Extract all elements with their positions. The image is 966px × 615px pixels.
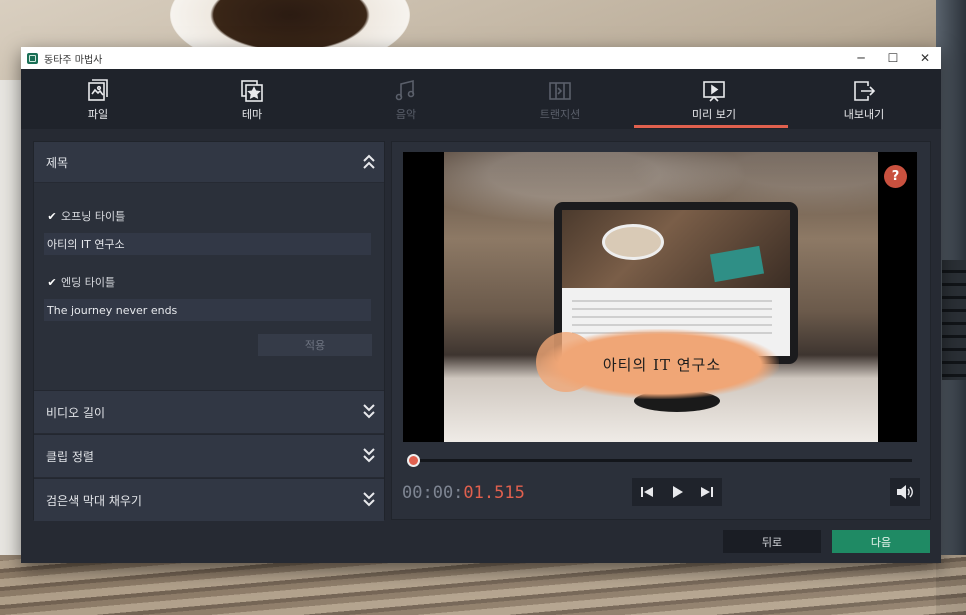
timecode-current: 01.515 <box>463 483 525 503</box>
background-keyboard <box>942 260 966 380</box>
wizard-tabs: 파일 테마 음악 트랜지션 미리 보기 내보내기 <box>21 69 941 129</box>
app-icon <box>27 52 38 64</box>
tab-export-label: 내보내기 <box>843 108 885 121</box>
title-section-header[interactable]: 제목 <box>34 142 384 183</box>
back-button[interactable]: 뒤로 <box>723 530 821 553</box>
chevron-down-icon[interactable] <box>362 490 376 508</box>
tab-preview[interactable]: 미리 보기 <box>637 69 791 129</box>
seek-bar[interactable] <box>407 459 912 462</box>
tab-transition-label: 트랜지션 <box>539 108 581 121</box>
play-icon <box>673 486 683 498</box>
video-preview[interactable]: 아티의 IT 연구소 ? <box>403 152 917 442</box>
music-note-icon <box>392 78 420 104</box>
tab-transition[interactable]: 트랜지션 <box>483 69 637 129</box>
wizard-window: 동타주 마법사 ─ ☐ ✕ 파일 테마 음악 트랜지션 미리 보기 내보내기 제… <box>21 47 941 563</box>
timecode: 00:00:01.515 <box>402 483 525 503</box>
title-section-body: ✔ 오프닝 타이틀 ✔ 엔딩 타이틀 적용 <box>34 183 384 390</box>
speaker-icon <box>897 485 913 499</box>
volume-button[interactable] <box>890 478 920 506</box>
timecode-prefix: 00:00: <box>402 483 464 503</box>
film-file-icon <box>84 78 112 104</box>
opening-title-input[interactable] <box>44 233 371 255</box>
ending-title-input[interactable] <box>44 299 371 321</box>
transition-icon <box>546 78 574 104</box>
video-length-label: 비디오 길이 <box>46 405 106 420</box>
maximize-button[interactable]: ☐ <box>877 47 909 69</box>
ending-title-checkbox[interactable]: ✔ <box>46 276 58 289</box>
tab-music-label: 음악 <box>395 108 417 121</box>
overlay-title-text: 아티의 IT 연구소 <box>602 356 722 374</box>
opening-title-label: 오프닝 타이틀 <box>61 210 126 223</box>
opening-title-checkbox[interactable]: ✔ <box>46 210 58 223</box>
export-icon <box>850 78 878 104</box>
minimize-button[interactable]: ─ <box>845 47 877 69</box>
preview-play-icon <box>700 78 728 104</box>
skip-forward-button[interactable] <box>692 478 722 506</box>
play-button[interactable] <box>662 478 692 506</box>
tab-file-label: 파일 <box>87 108 109 121</box>
black-bars-section-header[interactable]: 검은색 막대 채우기 <box>34 478 384 522</box>
tab-theme-label: 테마 <box>241 108 263 121</box>
window-title: 동타주 마법사 <box>44 54 103 66</box>
title-bar: 동타주 마법사 ─ ☐ ✕ <box>21 47 941 69</box>
video-length-section-header[interactable]: 비디오 길이 <box>34 390 384 434</box>
clip-order-label: 클립 정렬 <box>46 449 94 464</box>
clip-order-section-header[interactable]: 클립 정렬 <box>34 434 384 478</box>
chevron-down-icon[interactable] <box>362 402 376 420</box>
background-desk <box>0 555 966 615</box>
tab-export[interactable]: 내보내기 <box>787 69 941 129</box>
title-section-label: 제목 <box>46 155 69 170</box>
close-button[interactable]: ✕ <box>909 47 941 69</box>
active-tab-indicator <box>634 125 788 128</box>
ending-title-row: ✔ 엔딩 타이틀 <box>46 274 115 290</box>
chevron-up-icon[interactable] <box>362 153 376 171</box>
preview-frame-image: 아티의 IT 연구소 <box>444 152 878 442</box>
tab-preview-label: 미리 보기 <box>692 108 736 121</box>
tab-file[interactable]: 파일 <box>21 69 175 129</box>
black-bars-label: 검은색 막대 채우기 <box>46 493 142 508</box>
opening-title-row: ✔ 오프닝 타이틀 <box>46 208 125 224</box>
skip-back-icon <box>641 487 653 497</box>
tab-music[interactable]: 음악 <box>329 69 483 129</box>
help-button[interactable]: ? <box>884 165 907 188</box>
tab-theme[interactable]: 테마 <box>175 69 329 129</box>
chevron-down-icon[interactable] <box>362 446 376 464</box>
theme-star-icon <box>238 78 266 104</box>
window-controls: ─ ☐ ✕ <box>845 47 941 69</box>
skip-forward-icon <box>701 487 713 497</box>
preview-panel: 아티의 IT 연구소 ? 00:00:01.515 <box>391 141 931 520</box>
apply-button[interactable]: 적용 <box>258 334 372 356</box>
settings-panel: 제목 ✔ 오프닝 타이틀 ✔ 엔딩 타이틀 적용 비디오 길이 <box>33 141 385 522</box>
seek-handle[interactable] <box>407 454 420 467</box>
next-button[interactable]: 다음 <box>832 530 930 553</box>
skip-back-button[interactable] <box>632 478 662 506</box>
ending-title-label: 엔딩 타이틀 <box>61 276 116 289</box>
